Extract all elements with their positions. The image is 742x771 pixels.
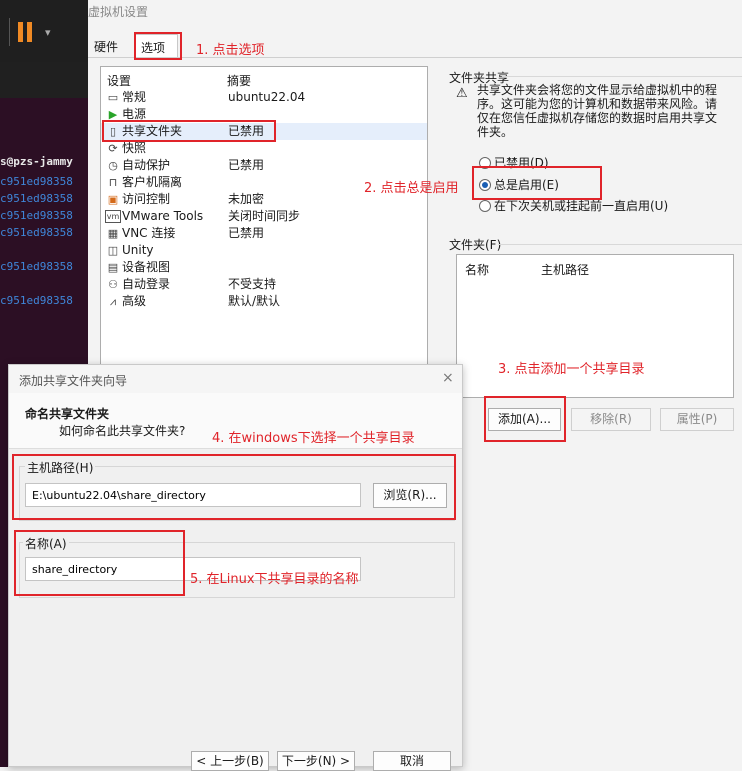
- terminal-prompt: s@pzs-jammy: [0, 155, 73, 168]
- advanced-icon: ⩘: [109, 295, 117, 308]
- monitor-icon: ▭: [107, 91, 119, 104]
- column-header-setting: 设置: [107, 74, 132, 88]
- highlight-always-enabled: [472, 166, 602, 200]
- tab-hardware[interactable]: 硬件: [94, 38, 118, 55]
- close-icon[interactable]: ×: [442, 370, 454, 386]
- settings-row-label: 设备视图: [122, 260, 171, 274]
- snapshot-icon: ⟳: [108, 142, 118, 155]
- chevron-down-icon[interactable]: ▾: [45, 26, 51, 39]
- wizard-titlebar: 添加共享文件夹向导 ×: [9, 365, 462, 393]
- column-header-summary: 摘要: [227, 74, 252, 88]
- device-view-icon: ▤: [107, 261, 119, 274]
- tab-divider: [88, 57, 742, 58]
- wizard-subheading: 如何命名此共享文件夹?: [59, 424, 186, 438]
- remove-folder-button[interactable]: 移除(R): [571, 408, 651, 431]
- wizard-heading: 命名共享文件夹: [25, 407, 110, 421]
- toolbar-separator: [9, 18, 10, 46]
- highlight-name-field: [14, 530, 185, 596]
- settings-row-summary: 未加密: [228, 192, 265, 206]
- annotation-step-1: 1. 点击选项: [196, 43, 265, 58]
- highlight-host-path: [12, 454, 456, 520]
- highlight-shared-folders-row: [102, 120, 276, 142]
- settings-row-vmware-tools[interactable]: vm VMware Tools 关闭时间同步: [101, 208, 427, 225]
- auto-protect-icon: ◷: [108, 159, 118, 172]
- settings-row-label: 自动登录: [122, 277, 171, 291]
- wizard-title: 添加共享文件夹向导: [19, 374, 128, 388]
- settings-row-label: Unity: [122, 243, 154, 257]
- folders-group-title: 文件夹(F): [449, 238, 502, 252]
- settings-row-label: 高级: [122, 294, 147, 308]
- terminal-line: c951ed98358: [0, 226, 73, 239]
- settings-row-summary: 已禁用: [228, 158, 265, 172]
- cancel-button[interactable]: 取消: [373, 751, 451, 771]
- back-button[interactable]: < 上一步(B): [191, 751, 269, 771]
- terminal-titlebar: [0, 62, 88, 98]
- settings-row-label: 访问控制: [122, 192, 171, 206]
- vmware-tools-icon: vm: [105, 210, 121, 223]
- annotation-step-2: 2. 点击总是启用: [364, 181, 459, 196]
- settings-list[interactable]: 设置 摘要 ▭ 常规 ubuntu22.04 ▶ 电源 ▯ 共享文件夹 已禁用 ⟳ 快照 ◷…: [100, 66, 428, 376]
- settings-row-general[interactable]: ▭ 常规 ubuntu22.04: [101, 89, 427, 106]
- settings-row-device-view[interactable]: ▤ 设备视图: [101, 259, 427, 276]
- settings-row-label: 自动保护: [122, 158, 171, 172]
- annotation-step-4: 4. 在windows下选择一个共享目录: [212, 431, 415, 446]
- vm-toolbar: ▾: [0, 0, 88, 62]
- group-divider: [498, 244, 742, 245]
- annotation-step-3: 3. 点击添加一个共享目录: [498, 362, 645, 377]
- settings-row-auto-protect[interactable]: ◷ 自动保护 已禁用: [101, 157, 427, 174]
- window-title: 虚拟机设置: [88, 5, 149, 19]
- highlight-options-tab: [134, 32, 182, 60]
- auto-login-icon: ⚇: [108, 278, 118, 291]
- settings-row-summary: 默认/默认: [228, 294, 281, 308]
- group-divider: [502, 76, 742, 77]
- settings-row-label: VMware Tools: [122, 209, 204, 223]
- settings-row-label: VNC 连接: [122, 226, 176, 240]
- next-button[interactable]: 下一步(N) >: [277, 751, 355, 771]
- terminal-line: c951ed98358: [0, 175, 73, 188]
- unity-icon: ◫: [107, 244, 119, 257]
- settings-row-summary: 已禁用: [228, 226, 265, 240]
- settings-row-advanced[interactable]: ⩘ 高级 默认/默认: [101, 293, 427, 310]
- highlight-add-button: [484, 396, 566, 442]
- pause-icon[interactable]: [18, 22, 32, 42]
- radio-button[interactable]: [479, 200, 491, 212]
- access-control-icon: ▣: [107, 193, 119, 206]
- settings-row-label: 客户机隔离: [122, 175, 183, 189]
- settings-row-summary: ubuntu22.04: [228, 90, 306, 104]
- settings-row-vnc[interactable]: ▦ VNC 连接 已禁用: [101, 225, 427, 242]
- lock-icon: ⊓: [108, 176, 118, 189]
- folder-properties-button[interactable]: 属性(P): [660, 408, 734, 431]
- terminal-line: c951ed98358: [0, 260, 73, 273]
- settings-row-summary: 关闭时间同步: [228, 209, 301, 223]
- terminal-line: c951ed98358: [0, 192, 73, 205]
- annotation-step-5: 5. 在Linux下共享目录的名称: [190, 572, 359, 587]
- settings-row-label: 快照: [122, 141, 147, 155]
- settings-row-unity[interactable]: ◫ Unity: [101, 242, 427, 259]
- vnc-icon: ▦: [107, 227, 119, 240]
- terminal-line: c951ed98358: [0, 209, 73, 222]
- terminal-output: s@pzs-jammy c951ed98358 c951ed98358 c951…: [0, 155, 88, 311]
- warning-icon: ⚠: [456, 86, 468, 101]
- settings-row-auto-login[interactable]: ⚇ 自动登录 不受支持: [101, 276, 427, 293]
- settings-row-summary: 不受支持: [228, 277, 277, 291]
- sharing-warning-text: 共享文件夹会将您的文件显示给虚拟机中的程序。这可能为您的计算机和数据带来风险。请…: [477, 83, 718, 139]
- column-header-host-path: 主机路径: [541, 263, 590, 277]
- settings-row-label: 常规: [122, 90, 147, 104]
- column-header-name: 名称: [465, 263, 490, 277]
- terminal-line: c951ed98358: [0, 294, 73, 307]
- settings-row-snapshot[interactable]: ⟳ 快照: [101, 140, 427, 157]
